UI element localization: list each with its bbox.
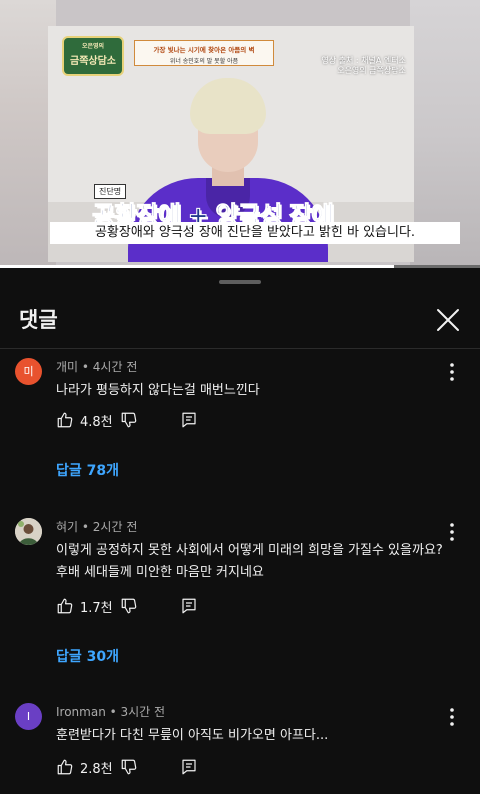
comment-line: 이렇게 공정하지 못한 사회에서 어떻게 미래의 희망을 가질수 있을까요? bbox=[56, 543, 443, 558]
view-replies-link[interactable]: 답글 30개 bbox=[56, 646, 119, 666]
avatar[interactable]: I bbox=[15, 703, 42, 730]
thumbs-down-icon bbox=[121, 759, 137, 775]
video-subtitle: 공황장애와 양극성 장애 진단을 받았다고 밝힌 바 있습니다. bbox=[50, 222, 460, 244]
thumbs-up-icon bbox=[57, 412, 73, 428]
reply-button[interactable] bbox=[180, 757, 198, 777]
show-logo-text: 금쪽상담소 bbox=[70, 56, 116, 67]
reply-button[interactable] bbox=[180, 596, 198, 616]
close-icon bbox=[437, 309, 459, 331]
comment-text: 나라가 평등하지 않다는걸 매번느낀다 bbox=[56, 380, 456, 402]
thumbs-down-icon bbox=[121, 598, 137, 614]
thumbs-up-icon bbox=[57, 598, 73, 614]
comments-sheet: 댓글 미 개미 • 4시간 전 나라가 평등하지 않다는걸 매번느낀다 4.8천 bbox=[0, 268, 480, 794]
like-button[interactable]: 1.7천 bbox=[56, 596, 113, 616]
comment-line: 나라가 평등하지 않다는걸 매번느낀다 bbox=[56, 383, 260, 398]
comment-actions: 1.7천 bbox=[56, 596, 236, 616]
dislike-button[interactable] bbox=[120, 596, 138, 616]
show-logo-small-text: 오은영의 bbox=[81, 43, 105, 50]
sheet-drag-handle[interactable] bbox=[219, 280, 261, 284]
reply-comment-icon bbox=[182, 412, 196, 428]
source-note: 영상 출처 : 채널A 엔터소 오은영의 금쪽상담소 bbox=[321, 56, 406, 76]
thumbs-down-icon bbox=[121, 412, 137, 428]
comment-line: 후배 세대들께 미안한 마음만 커지네요 bbox=[56, 565, 264, 580]
comment-meta: 개미 • 4시간 전 bbox=[56, 360, 138, 374]
thumbs-up-icon bbox=[57, 759, 73, 775]
like-count: 4.8천 bbox=[80, 414, 113, 430]
close-button[interactable] bbox=[434, 306, 462, 334]
comment-meta: 혀기 • 2시간 전 bbox=[56, 520, 138, 534]
more-options-button[interactable] bbox=[440, 520, 464, 544]
video-player[interactable]: 오은영의 금쪽상담소 가장 빛나는 시기에 찾아온 아픔의 벽 위너 송민호의 … bbox=[0, 0, 480, 268]
comment-text: 이렇게 공정하지 못한 사회에서 어떻게 미래의 희망을 가질수 있을까요? 후… bbox=[56, 540, 456, 584]
more-vert-icon bbox=[450, 363, 454, 381]
avatar[interactable] bbox=[15, 518, 42, 545]
comment-meta: Ironman • 3시간 전 bbox=[56, 705, 166, 719]
more-options-button[interactable] bbox=[440, 705, 464, 729]
avatar[interactable]: 미 bbox=[15, 358, 42, 385]
like-button[interactable]: 4.8천 bbox=[56, 410, 113, 430]
avatar-photo-icon bbox=[15, 518, 42, 545]
dislike-button[interactable] bbox=[120, 757, 138, 777]
comment-actions: 2.8천 bbox=[56, 757, 236, 777]
show-logo: 오은영의 금쪽상담소 bbox=[62, 36, 124, 76]
more-vert-icon bbox=[450, 523, 454, 541]
sheet-divider bbox=[0, 348, 480, 349]
comment-actions: 4.8천 bbox=[56, 410, 236, 430]
like-count: 2.8천 bbox=[80, 761, 113, 777]
sheet-title: 댓글 bbox=[19, 308, 58, 332]
top-caption-box: 가장 빛나는 시기에 찾아온 아픔의 벽 위너 송민호의 말 못할 아픔 bbox=[134, 40, 274, 66]
more-options-button[interactable] bbox=[440, 360, 464, 384]
blond-hair bbox=[190, 78, 266, 134]
comment-line: 훈련받다가 다친 무릎이 아직도 비가오면 아프다... bbox=[56, 728, 329, 743]
reply-button[interactable] bbox=[180, 410, 198, 430]
view-replies-link[interactable]: 답글 78개 bbox=[56, 460, 119, 480]
top-caption-line1: 가장 빛나는 시기에 찾아온 아픔의 벽 bbox=[153, 46, 255, 54]
like-count: 1.7천 bbox=[80, 600, 113, 616]
like-button[interactable]: 2.8천 bbox=[56, 757, 113, 777]
dislike-button[interactable] bbox=[120, 410, 138, 430]
source-note-line2: 오은영의 금쪽상담소 bbox=[337, 66, 406, 75]
reply-comment-icon bbox=[182, 598, 196, 614]
more-vert-icon bbox=[450, 708, 454, 726]
reply-comment-icon bbox=[182, 759, 196, 775]
comment-text: 훈련받다가 다친 무릎이 아직도 비가오면 아프다... bbox=[56, 725, 456, 747]
top-caption-line2: 위너 송민호의 말 못할 아픔 bbox=[169, 58, 239, 65]
source-note-line1: 영상 출처 : 채널A 엔터소 bbox=[321, 56, 406, 65]
